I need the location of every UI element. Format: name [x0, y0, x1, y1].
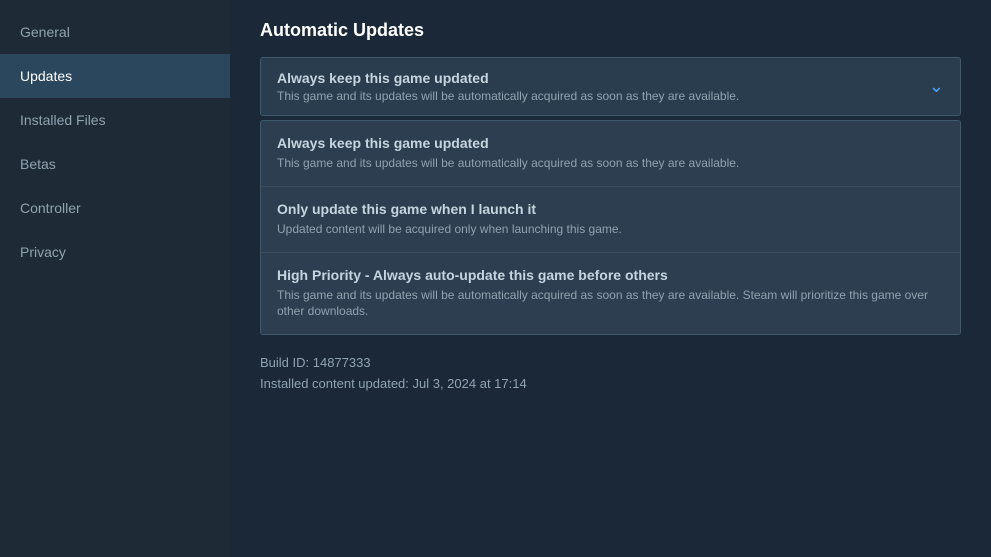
sidebar-item-installed-files[interactable]: Installed Files [0, 98, 230, 142]
main-content: Automatic Updates Always keep this game … [230, 0, 991, 557]
option-title-0: Always keep this game updated [277, 135, 944, 151]
dropdown-menu: Always keep this game updated This game a… [260, 120, 961, 335]
dropdown-trigger-title: Always keep this game updated [277, 70, 739, 86]
option-desc-2: This game and its updates will be automa… [277, 287, 944, 321]
option-desc-0: This game and its updates will be automa… [277, 155, 944, 172]
build-info: Build ID: 14877333 Installed content upd… [260, 355, 961, 391]
option-title-1: Only update this game when I launch it [277, 201, 944, 217]
sidebar-item-betas[interactable]: Betas [0, 142, 230, 186]
dropdown-trigger-desc: This game and its updates will be automa… [277, 89, 739, 103]
section-title: Automatic Updates [260, 20, 961, 41]
sidebar: GeneralUpdatesInstalled FilesBetasContro… [0, 0, 230, 557]
option-desc-1: Updated content will be acquired only wh… [277, 221, 944, 238]
dropdown-option-1[interactable]: Only update this game when I launch it Up… [261, 187, 960, 253]
option-title-2: High Priority - Always auto-update this … [277, 267, 944, 283]
dropdown-trigger-text: Always keep this game updated This game … [277, 70, 739, 103]
sidebar-item-privacy[interactable]: Privacy [0, 230, 230, 274]
chevron-down-icon: ⌄ [929, 76, 944, 97]
installed-content-label: Installed content updated: Jul 3, 2024 a… [260, 376, 961, 391]
update-mode-dropdown[interactable]: Always keep this game updated This game … [260, 57, 961, 116]
dropdown-option-2[interactable]: High Priority - Always auto-update this … [261, 253, 960, 335]
build-id-label: Build ID: 14877333 [260, 355, 961, 370]
sidebar-item-controller[interactable]: Controller [0, 186, 230, 230]
dropdown-option-0[interactable]: Always keep this game updated This game a… [261, 121, 960, 187]
sidebar-item-updates[interactable]: Updates [0, 54, 230, 98]
sidebar-item-general[interactable]: General [0, 10, 230, 54]
